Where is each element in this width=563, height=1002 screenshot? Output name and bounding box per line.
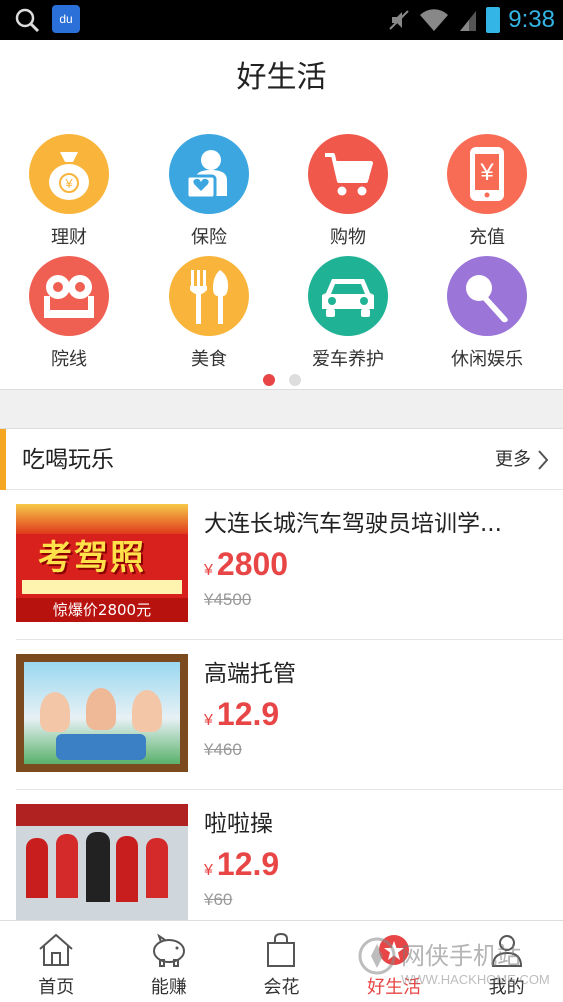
category-label: 充值 [469,227,505,248]
cinema-icon [29,256,109,336]
deal-name: 啦啦操 [204,811,273,837]
category-label: 保险 [191,227,227,248]
fork-knife-icon [169,256,249,336]
profile-icon [491,935,522,967]
category-chongzhi[interactable]: ¥ 充值 [417,134,557,249]
tab-good-life[interactable]: 好生活 [338,921,451,1002]
insurance-person-icon [169,134,249,214]
tab-label: 能赚 [150,977,187,998]
shopping-bag-icon [267,932,296,967]
deal-thumbnail-cheerleading [16,804,188,920]
title-bar: 好生活 [0,40,563,120]
category-gouwu[interactable]: 购物 [278,134,418,249]
baidu-icon[interactable]: du [52,5,80,33]
bottom-tab-bar: 首页 能赚 会花 好生活 我的 [0,920,563,1002]
battery-icon [486,7,501,33]
search-icon[interactable] [14,7,40,33]
svg-text:¥: ¥ [64,176,73,191]
deal-original-price: ¥460 [204,740,242,759]
category-label: 爱车养护 [312,349,384,370]
category-grid: ¥ 理财 保险 购物 ¥ 充值 院线 美食 爱车养护 休闲娱乐 [0,120,563,390]
deal-price: ¥12.9 [204,846,280,882]
deal-item[interactable]: 考驾照 惊爆价2800元 大连长城汽车驾驶员培训学... ¥2800 ¥4500 [0,490,563,640]
signal-icon [460,11,477,31]
money-bag-icon: ¥ [29,134,109,214]
deal-list: 考驾照 惊爆价2800元 大连长城汽车驾驶员培训学... ¥2800 ¥4500… [0,490,563,920]
microphone-icon [447,256,527,336]
category-meishi[interactable]: 美食 [139,256,279,371]
home-icon [39,933,73,966]
page-title: 好生活 [236,60,327,95]
deal-item[interactable]: 高端托管 ¥12.9 ¥460 [0,640,563,790]
tab-home[interactable]: 首页 [0,921,113,1002]
page-dot[interactable] [288,374,301,386]
category-label: 理财 [51,227,87,248]
tab-earn[interactable]: 能赚 [113,921,226,1002]
deal-name: 大连长城汽车驾驶员培训学... [204,511,502,537]
deal-thumbnail-kids [16,654,188,772]
more-link[interactable]: 更多 [495,429,549,491]
tab-label: 好生活 [367,977,422,998]
section-accent-bar [0,429,6,491]
chevron-right-icon [538,450,549,470]
tab-label: 会花 [263,977,300,998]
category-yuanxian[interactable]: 院线 [0,256,139,371]
tab-mine[interactable]: 我的 [450,921,563,1002]
category-xiuxian[interactable]: 休闲娱乐 [417,256,557,371]
category-aiche[interactable]: 爱车养护 [278,256,418,371]
page-dot-active[interactable] [262,374,275,386]
section-header: 吃喝玩乐 更多 [0,428,563,491]
mute-icon [389,10,409,30]
deal-price: ¥2800 [204,546,289,582]
shopping-cart-icon [308,134,388,214]
svg-text:¥: ¥ [479,159,494,186]
deal-name: 高端托管 [204,661,296,687]
good-life-icon [379,935,410,965]
category-label: 美食 [191,349,227,370]
tab-label: 首页 [38,977,75,998]
category-licai[interactable]: ¥ 理财 [0,134,139,249]
deal-original-price: ¥60 [204,890,233,909]
piggy-bank-icon [152,933,185,967]
deal-thumbnail-driving-school: 考驾照 惊爆价2800元 [16,504,188,622]
deal-item[interactable]: 啦啦操 ¥12.9 ¥60 [0,790,563,920]
page-indicator [0,371,563,390]
wifi-icon [420,9,449,31]
clock-time: 9:38 [508,6,555,33]
category-label: 购物 [330,227,366,248]
category-baoxian[interactable]: 保险 [139,134,279,249]
tab-label: 我的 [488,977,525,998]
category-label: 院线 [51,349,87,370]
more-label: 更多 [495,449,531,470]
section-title: 吃喝玩乐 [22,447,114,473]
phone-recharge-icon: ¥ [447,134,527,214]
car-icon [308,256,388,336]
category-label: 休闲娱乐 [451,349,523,370]
tab-spend[interactable]: 会花 [225,921,338,1002]
deal-price: ¥12.9 [204,696,280,732]
status-bar: du 9:38 [0,0,563,40]
deal-original-price: ¥4500 [204,590,252,609]
